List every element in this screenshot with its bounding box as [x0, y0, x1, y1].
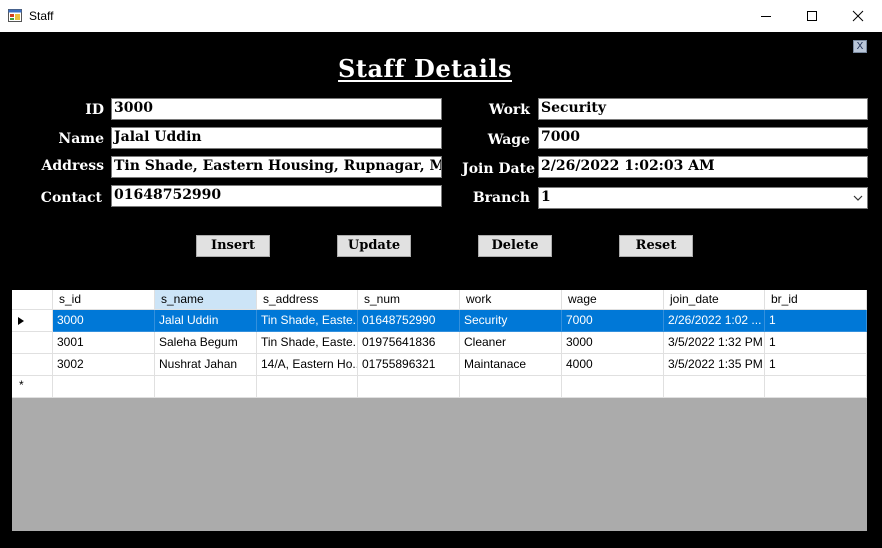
new-row-marker: *	[19, 378, 24, 392]
table-cell[interactable]: Cleaner	[460, 332, 562, 354]
table-cell[interactable]: 1	[765, 310, 867, 332]
maximize-icon	[807, 11, 817, 21]
column-header[interactable]: s_name	[155, 290, 257, 310]
minimize-icon	[761, 16, 771, 17]
row-header[interactable]	[12, 354, 53, 376]
new-row-cell[interactable]	[562, 376, 664, 398]
name-field[interactable]: Jalal Uddin	[111, 127, 442, 149]
table-cell[interactable]: 1	[765, 354, 867, 376]
update-button[interactable]: Update	[337, 235, 411, 257]
table-cell[interactable]: Maintanace	[460, 354, 562, 376]
table-cell[interactable]: 3/5/2022 1:32 PM	[664, 332, 765, 354]
row-header[interactable]	[12, 310, 53, 332]
table-cell[interactable]: 3001	[53, 332, 155, 354]
table-cell[interactable]: 3/5/2022 1:35 PM	[664, 354, 765, 376]
column-header[interactable]: wage	[562, 290, 664, 310]
work-label: Work	[489, 102, 530, 118]
staff-grid[interactable]: s_id s_name s_address s_num work wage jo…	[12, 290, 867, 531]
window-title: Staff	[29, 9, 54, 23]
table-cell[interactable]: 01755896321	[358, 354, 460, 376]
insert-button[interactable]: Insert	[196, 235, 270, 257]
join-date-field[interactable]: 2/26/2022 1:02:03 AM	[538, 156, 868, 178]
new-row-cell[interactable]	[155, 376, 257, 398]
new-row-cell[interactable]	[664, 376, 765, 398]
table-cell[interactable]: 4000	[562, 354, 664, 376]
title-bar: Staff	[0, 0, 882, 32]
column-header[interactable]: s_id	[53, 290, 155, 310]
table-cell[interactable]: Tin Shade, Easte...	[257, 310, 358, 332]
table-cell[interactable]: 2/26/2022 1:02 ...	[664, 310, 765, 332]
new-row-cell[interactable]	[358, 376, 460, 398]
minimize-button[interactable]	[743, 0, 789, 32]
wage-field[interactable]: 7000	[538, 127, 868, 149]
column-header[interactable]: s_num	[358, 290, 460, 310]
row-header[interactable]	[12, 332, 53, 354]
new-row-cell[interactable]	[53, 376, 155, 398]
new-row-cell[interactable]	[460, 376, 562, 398]
maximize-button[interactable]	[789, 0, 835, 32]
page-title: Staff Details	[338, 54, 512, 83]
table-cell[interactable]: Saleha Begum	[155, 332, 257, 354]
column-header[interactable]: s_address	[257, 290, 358, 310]
chevron-down-icon	[853, 195, 863, 201]
join-date-label: Join Date	[462, 161, 535, 177]
close-form-button[interactable]: X	[853, 40, 867, 53]
column-header[interactable]: br_id	[765, 290, 867, 310]
id-field[interactable]: 3000	[111, 98, 442, 120]
table-cell[interactable]: Security	[460, 310, 562, 332]
new-row-header[interactable]: *	[12, 376, 53, 398]
current-row-icon	[18, 317, 24, 325]
table-cell[interactable]: 3000	[53, 310, 155, 332]
close-window-button[interactable]	[835, 0, 881, 32]
table-cell[interactable]: Jalal Uddin	[155, 310, 257, 332]
new-row-cell[interactable]	[765, 376, 867, 398]
delete-button[interactable]: Delete	[478, 235, 552, 257]
branch-label: Branch	[472, 190, 530, 206]
reset-button[interactable]: Reset	[619, 235, 693, 257]
table-cell[interactable]: 01975641836	[358, 332, 460, 354]
table-cell[interactable]: 1	[765, 332, 867, 354]
name-label: Name	[58, 131, 104, 147]
contact-field[interactable]: 01648752990	[111, 185, 442, 207]
new-row-cell[interactable]	[257, 376, 358, 398]
branch-value: 1	[541, 189, 551, 205]
table-cell[interactable]: Nushrat Jahan	[155, 354, 257, 376]
table-cell[interactable]: 01648752990	[358, 310, 460, 332]
contact-label: Contact	[40, 190, 102, 206]
address-label: Address	[41, 158, 105, 174]
table-cell[interactable]: 7000	[562, 310, 664, 332]
column-header[interactable]: work	[460, 290, 562, 310]
corner-header[interactable]	[12, 290, 53, 310]
address-field[interactable]: Tin Shade, Eastern Housing, Rupnagar, Mi…	[111, 156, 442, 178]
column-header[interactable]: join_date	[664, 290, 765, 310]
work-field[interactable]: Security	[538, 98, 868, 120]
table-cell[interactable]: 3002	[53, 354, 155, 376]
table-cell[interactable]: 14/A, Eastern Ho...	[257, 354, 358, 376]
close-icon	[852, 10, 864, 22]
table-cell[interactable]: 3000	[562, 332, 664, 354]
wage-label: Wage	[487, 132, 530, 148]
app-icon	[8, 9, 22, 22]
id-label: ID	[85, 102, 104, 118]
branch-select[interactable]: 1	[538, 187, 868, 209]
table-cell[interactable]: Tin Shade, Easte...	[257, 332, 358, 354]
